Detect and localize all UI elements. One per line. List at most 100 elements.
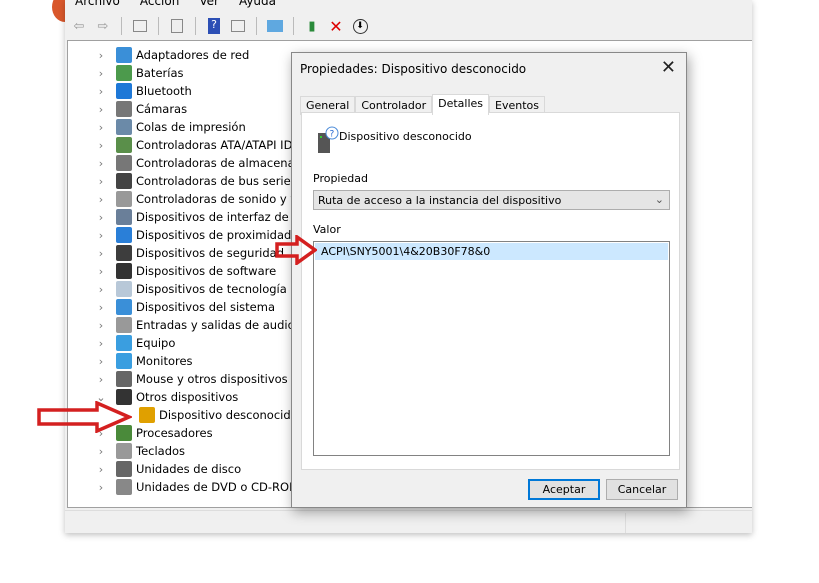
tree-item-label: Unidades de DVD o CD-ROM (136, 480, 300, 494)
tree-item[interactable]: › Controladoras ATA/ATAPI IDE (95, 136, 300, 154)
properties-dialog: Propiedades: Dispositivo desconocido ✕ G… (291, 52, 687, 508)
tree-item[interactable]: › Teclados (95, 442, 185, 460)
printer-icon (116, 119, 132, 135)
device-name: Dispositivo desconocido (339, 130, 472, 143)
tree-item-label: Controladoras ATA/ATAPI IDE (136, 138, 300, 152)
menu-ver[interactable]: Ver (199, 0, 219, 8)
mouse-icon (116, 371, 132, 387)
status-bar (65, 510, 752, 533)
chevron-right-icon[interactable]: › (95, 193, 107, 206)
chevron-right-icon[interactable]: › (95, 103, 107, 116)
tree-item[interactable]: › Controladoras de almacenamie (95, 154, 316, 172)
tree-item[interactable]: › Controladoras de sonido y víde (95, 190, 315, 208)
close-icon[interactable]: ✕ (661, 57, 676, 78)
tree-item[interactable]: › Dispositivos del sistema (95, 298, 275, 316)
chevron-right-icon[interactable]: › (95, 445, 107, 458)
back-icon[interactable]: ⇦ (69, 16, 89, 36)
accept-button[interactable]: Aceptar (528, 479, 600, 500)
software-device-icon (116, 263, 132, 279)
security-key-icon (116, 245, 132, 261)
chevron-right-icon[interactable]: › (95, 157, 107, 170)
show-hide-tree-icon[interactable] (130, 16, 150, 36)
tree-item-label: Controladoras de sonido y víde (136, 192, 315, 206)
tree-item[interactable]: › Adaptadores de red (95, 46, 249, 64)
update-driver-icon[interactable]: ▮ (302, 16, 322, 36)
value-item[interactable]: ACPI\SNY5001\4&20B30F78&0 (315, 243, 668, 260)
separator (158, 17, 159, 35)
dialog-title: Propiedades: Dispositivo desconocido (300, 62, 527, 76)
tree-item-label: Dispositivo desconocido (159, 408, 298, 422)
tree-item[interactable]: › Mouse y otros dispositivos señ (95, 370, 312, 388)
chevron-right-icon[interactable]: › (95, 85, 107, 98)
tree-item[interactable]: › Dispositivos de proximidad (95, 226, 291, 244)
uninstall-icon[interactable]: ✕ (326, 16, 346, 36)
tree-item[interactable]: › Equipo (95, 334, 175, 352)
storage-controller-icon (116, 155, 132, 171)
tree-item[interactable]: › Dispositivos de tecnología de m (95, 280, 320, 298)
tree-item[interactable]: › Monitores (95, 352, 193, 370)
tab-detalles[interactable]: Detalles (432, 94, 490, 115)
properties-icon[interactable] (167, 16, 187, 36)
forward-icon[interactable]: ⇨ (93, 16, 113, 36)
chevron-right-icon[interactable]: › (95, 229, 107, 242)
toolbar: ⇦ ⇨ ? ▮ ✕ ⬇ (69, 14, 370, 38)
tree-item[interactable]: › Dispositivos de interfaz de usua (95, 208, 320, 226)
tree-item-label: Equipo (136, 336, 176, 350)
network-adapter-icon (116, 47, 132, 63)
tree-item[interactable]: › Cámaras (95, 100, 187, 118)
tree-item-label: Dispositivos del sistema (136, 300, 275, 314)
keyboard-icon (116, 443, 132, 459)
chevron-right-icon[interactable]: › (95, 355, 107, 368)
tree-item[interactable]: › Baterías (95, 64, 183, 82)
menu-ayuda[interactable]: Ayuda (239, 0, 276, 8)
tree-item[interactable]: › Controladoras de bus serie univ (95, 172, 319, 190)
tree-item[interactable]: › Bluetooth (95, 82, 192, 100)
unknown-device-warning-icon (139, 407, 155, 423)
chevron-right-icon[interactable]: › (95, 463, 107, 476)
tree-item[interactable]: › Unidades de DVD o CD-ROM (95, 478, 299, 496)
chevron-right-icon[interactable]: › (95, 67, 107, 80)
cancel-button[interactable]: Cancelar (606, 479, 678, 500)
tree-item[interactable]: › Unidades de disco (95, 460, 241, 478)
tree-item-label: Procesadores (136, 426, 213, 440)
chevron-right-icon[interactable]: › (95, 211, 107, 224)
tree-item-label: Mouse y otros dispositivos señ (136, 372, 312, 386)
chevron-right-icon[interactable]: › (95, 373, 107, 386)
chevron-right-icon[interactable]: › (95, 337, 107, 350)
speaker-icon (116, 191, 132, 207)
menu-archivo[interactable]: Archivo (75, 0, 120, 8)
disable-icon[interactable]: ⬇ (350, 16, 370, 36)
property-select[interactable]: Ruta de acceso a la instancia del dispos… (313, 190, 670, 210)
tree-item-label: Entradas y salidas de audio (136, 318, 295, 332)
ide-controller-icon (116, 137, 132, 153)
menu-accion[interactable]: Acción (140, 0, 179, 8)
value-list[interactable]: ACPI\SNY5001\4&20B30F78&0 (313, 241, 670, 456)
tree-item[interactable]: › Dispositivos de software (95, 262, 276, 280)
scan-hardware-icon[interactable] (265, 16, 285, 36)
tree-item[interactable]: › Colas de impresión (95, 118, 246, 136)
audio-io-icon (116, 317, 132, 333)
chevron-right-icon[interactable]: › (95, 175, 107, 188)
tree-item-label: Dispositivos de seguridad (136, 246, 285, 260)
chevron-right-icon[interactable]: › (95, 121, 107, 134)
chevron-right-icon[interactable]: › (95, 265, 107, 278)
unknown-device-icon: ? (318, 126, 339, 153)
action-pane-icon[interactable] (228, 16, 248, 36)
tree-item[interactable]: › Dispositivos de seguridad (95, 244, 284, 262)
help-icon[interactable]: ? (204, 16, 224, 36)
chevron-right-icon[interactable]: › (95, 283, 107, 296)
chevron-right-icon[interactable]: › (95, 247, 107, 260)
details-panel: ? Dispositivo desconocido Propiedad Ruta… (301, 112, 680, 470)
chevron-right-icon[interactable]: › (95, 319, 107, 332)
tree-item[interactable]: Dispositivo desconocido (130, 406, 298, 424)
tree-item-label: Teclados (136, 444, 186, 458)
computer-icon (116, 335, 132, 351)
chevron-right-icon[interactable]: › (95, 301, 107, 314)
chevron-right-icon[interactable]: › (95, 49, 107, 62)
bluetooth-icon (116, 83, 132, 99)
tree-item[interactable]: › Entradas y salidas de audio (95, 316, 295, 334)
usb-icon (116, 173, 132, 189)
chevron-right-icon[interactable]: › (95, 139, 107, 152)
tree-item-label: Controladoras de almacenamie (136, 156, 317, 170)
chevron-right-icon[interactable]: › (95, 481, 107, 494)
